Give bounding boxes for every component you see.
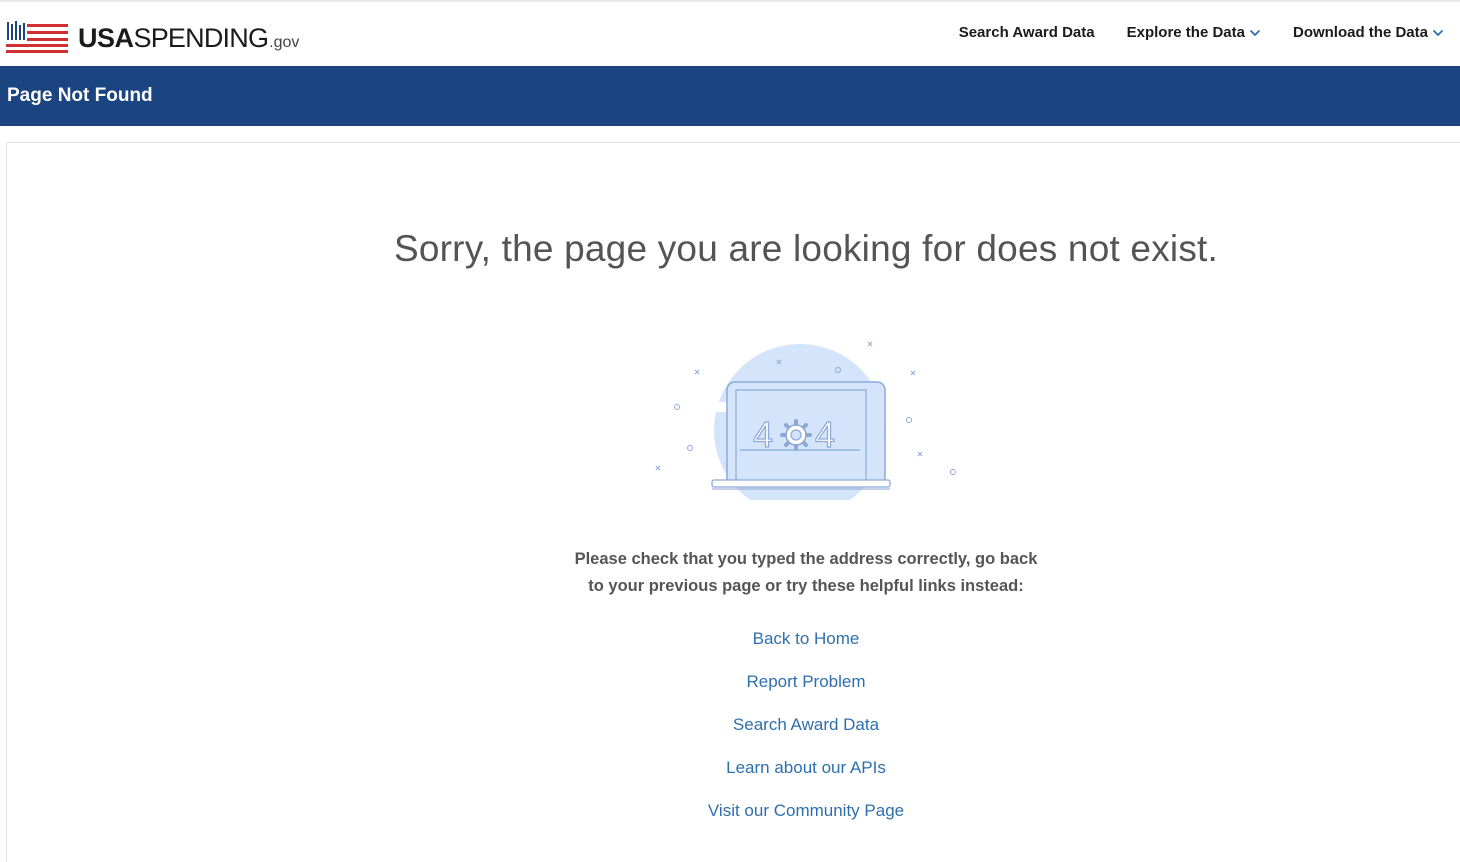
page-title: Page Not Found bbox=[7, 85, 153, 106]
link-back-to-home[interactable]: Back to Home bbox=[753, 626, 860, 669]
link-report-problem[interactable]: Report Problem bbox=[746, 669, 865, 712]
link-community-page[interactable]: Visit our Community Page bbox=[708, 798, 904, 841]
logo-gov: .gov bbox=[269, 34, 300, 51]
laptop-404-icon: 4 4 bbox=[655, 341, 956, 500]
site-header: USA SPENDING .gov Search Award Data Expl… bbox=[0, 2, 1460, 66]
link-search-award-data[interactable]: Search Award Data bbox=[733, 712, 879, 755]
helpful-links: Back to Home Report Problem Search Award… bbox=[0, 626, 1460, 841]
help-message-line2: to your previous page or try these helpf… bbox=[588, 577, 1024, 595]
logo-wordmark: USA SPENDING .gov bbox=[78, 20, 299, 54]
nav-search-award-data[interactable]: Search Award Data bbox=[959, 24, 1095, 41]
chevron-down-icon bbox=[1250, 29, 1260, 36]
gear-icon bbox=[780, 419, 812, 451]
link-learn-about-apis[interactable]: Learn about our APIs bbox=[726, 755, 886, 798]
help-message: Please check that you typed the address … bbox=[0, 546, 1460, 600]
nav-label: Explore the Data bbox=[1126, 24, 1245, 41]
digit-right: 4 bbox=[815, 414, 835, 455]
main-nav: Search Award Data Explore the Data Downl… bbox=[927, 24, 1444, 41]
error-headline: Sorry, the page you are looking for does… bbox=[394, 228, 1218, 269]
nav-label: Download the Data bbox=[1292, 24, 1428, 41]
flag-bars-icon bbox=[6, 21, 68, 53]
usaspending-logo[interactable]: USA SPENDING .gov bbox=[6, 20, 299, 54]
chevron-down-icon bbox=[1433, 29, 1443, 36]
logo-spending: SPENDING bbox=[133, 23, 269, 53]
digit-left: 4 bbox=[753, 414, 773, 455]
page-title-banner: Page Not Found bbox=[0, 66, 1460, 126]
nav-explore-the-data[interactable]: Explore the Data bbox=[1127, 24, 1261, 41]
nav-label: Search Award Data bbox=[958, 24, 1095, 41]
nav-download-the-data[interactable]: Download the Data bbox=[1293, 24, 1444, 41]
logo-usa: USA bbox=[78, 23, 134, 53]
help-message-line1: Please check that you typed the address … bbox=[574, 550, 1038, 568]
